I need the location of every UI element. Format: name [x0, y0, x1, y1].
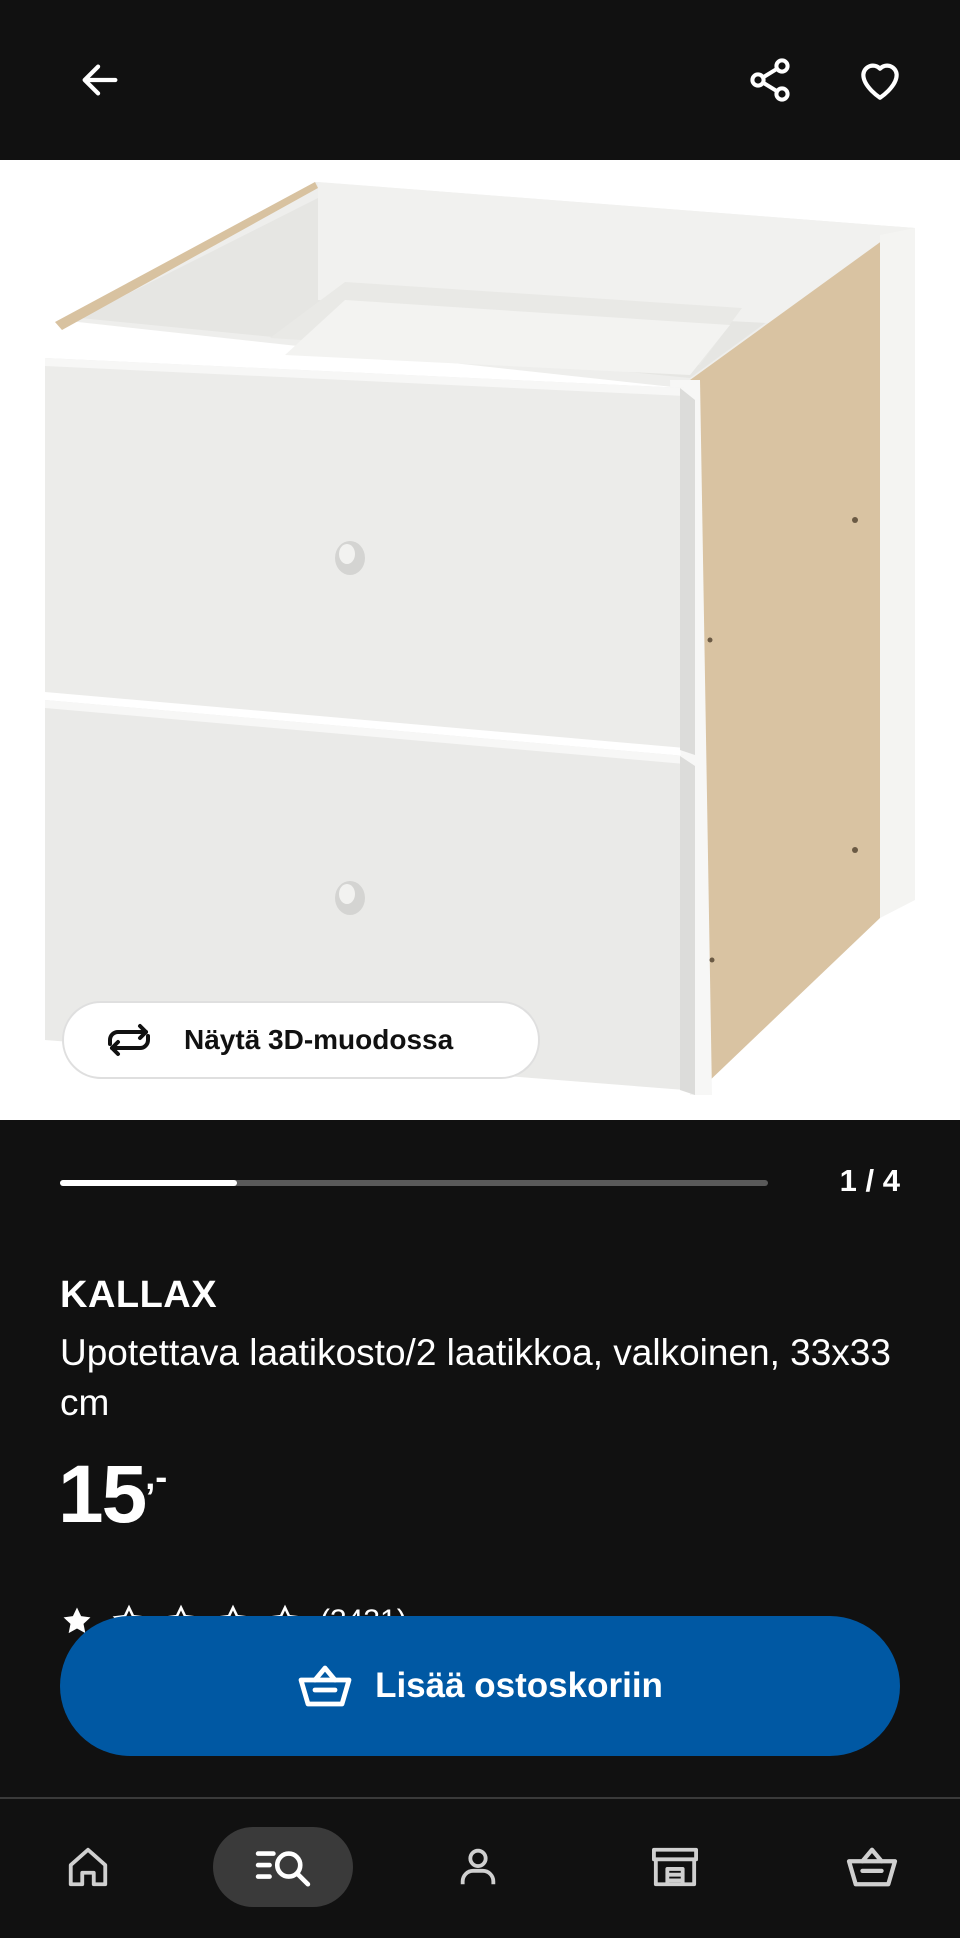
home-icon: [68, 1847, 108, 1887]
nav-stores[interactable]: [635, 1827, 715, 1907]
product-price: 15,-: [58, 1448, 167, 1542]
view-in-3d-label: Näytä 3D-muodossa: [184, 1024, 454, 1055]
nav-cart[interactable]: [832, 1827, 912, 1907]
store-icon: [652, 1847, 698, 1887]
price-suffix: ,-: [145, 1456, 168, 1497]
bottom-navigation: [0, 1799, 960, 1938]
heart-icon: [861, 63, 899, 100]
add-to-cart-button[interactable]: Lisää ostoskoriin: [60, 1616, 900, 1756]
back-button[interactable]: [60, 40, 140, 120]
gallery-counter: 1 / 4: [839, 1163, 900, 1198]
arrow-left-icon: [82, 64, 118, 96]
product-name: KALLAX: [60, 1274, 218, 1316]
person-icon: [460, 1848, 496, 1885]
shopping-basket-icon: [297, 1658, 353, 1714]
top-app-bar: [0, 0, 960, 160]
price-whole: 15: [58, 1449, 147, 1540]
shopping-basket-icon: [846, 1847, 898, 1887]
favourite-button[interactable]: [840, 40, 920, 120]
product-image-gallery[interactable]: Näytä 3D-muodossa: [0, 160, 960, 1120]
add-to-cart-label: Lisää ostoskoriin: [375, 1666, 663, 1705]
rotate-3d-icon: [102, 1022, 166, 1058]
gallery-progress-fill: [60, 1180, 237, 1186]
view-in-3d-button[interactable]: Näytä 3D-muodossa: [62, 1001, 540, 1079]
search-list-icon: [255, 1851, 311, 1887]
nav-home[interactable]: [48, 1827, 128, 1907]
share-button[interactable]: [730, 40, 810, 120]
share-icon: [750, 58, 790, 102]
product-description: Upotettava laatikosto/2 laatikkoa, valko…: [60, 1332, 891, 1423]
product-image: [45, 182, 915, 1095]
gallery-progress-bar: [60, 1180, 768, 1186]
nav-profile[interactable]: [438, 1827, 518, 1907]
nav-search[interactable]: [213, 1827, 353, 1907]
